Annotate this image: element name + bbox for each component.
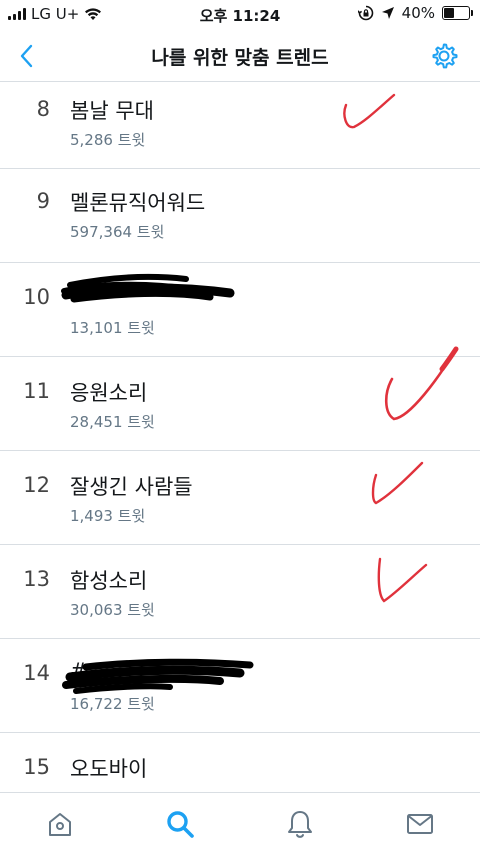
trend-rank: 12 xyxy=(23,473,50,497)
tab-notifications[interactable] xyxy=(280,807,320,841)
home-icon xyxy=(49,813,71,836)
redaction-scribble xyxy=(61,274,235,303)
trend-count: 16,722 트윗 xyxy=(70,695,155,713)
trend-name: 응원소리 xyxy=(70,381,148,405)
battery-icon xyxy=(442,6,473,20)
trend-rank: 11 xyxy=(23,379,50,403)
checkmark-annotation xyxy=(371,461,424,505)
trend-item[interactable]: 11 응원소리 28,451 트윗 xyxy=(0,346,480,451)
battery-percent: 40% xyxy=(401,4,435,22)
trend-rank: 13 xyxy=(23,567,50,591)
checkmark-annotation xyxy=(384,346,459,421)
trend-rank: 10 xyxy=(23,285,50,309)
search-icon xyxy=(167,811,194,838)
trend-item[interactable]: 10 13,101 트윗 xyxy=(0,263,480,357)
trend-count: 30,063 트윗 xyxy=(70,601,155,619)
trend-count: 1,493 트윗 xyxy=(70,507,146,525)
checkmark-annotation xyxy=(377,557,428,603)
tab-home[interactable] xyxy=(40,807,80,841)
page-title: 나를 위한 맞춤 트렌드 xyxy=(151,47,329,69)
trend-name: 오도바이 xyxy=(70,757,148,781)
tab-messages[interactable] xyxy=(400,807,440,841)
bell-icon xyxy=(288,811,312,838)
trend-name: # xyxy=(70,659,88,683)
rotation-lock-icon xyxy=(357,5,373,21)
trend-name: 봄날 무대 xyxy=(70,99,154,123)
trend-rank: 14 xyxy=(23,661,50,685)
trend-item[interactable]: 9 멜론뮤직어워드 597,364 트윗 xyxy=(0,169,480,263)
trend-rank: 8 xyxy=(36,97,50,121)
battery-level xyxy=(444,8,454,18)
tab-bar xyxy=(0,792,480,854)
location-arrow-icon xyxy=(381,7,394,19)
status-right: 40% xyxy=(357,4,473,22)
trend-count: 13,101 트윗 xyxy=(70,319,155,337)
mail-icon xyxy=(407,814,433,834)
checkmark-annotation xyxy=(343,93,396,129)
status-bar: LG U+ 오후 11:24 40% xyxy=(0,0,480,30)
trend-count: 597,364 트윗 xyxy=(70,223,165,241)
trend-item[interactable]: 15 오도바이 xyxy=(0,733,480,792)
trend-rank: 15 xyxy=(23,755,50,779)
trend-list: 8 봄날 무대 5,286 트윗 9 멜론뮤직어워드 597,364 트윗 10… xyxy=(0,83,480,792)
trend-rank: 9 xyxy=(36,189,50,213)
trend-item[interactable]: 12 잘생긴 사람들 1,493 트윗 xyxy=(0,451,480,545)
trend-item[interactable]: 13 함성소리 30,063 트윗 xyxy=(0,545,480,639)
trend-name: 잘생긴 사람들 xyxy=(70,475,193,499)
trend-name: 멜론뮤직어워드 xyxy=(70,191,206,215)
settings-button[interactable] xyxy=(428,40,460,72)
trend-count: 28,451 트윗 xyxy=(70,413,155,431)
tab-search[interactable] xyxy=(160,807,200,841)
header: 나를 위한 맞춤 트렌드 xyxy=(0,30,480,82)
trend-name: 함성소리 xyxy=(70,569,148,593)
trend-item[interactable]: 8 봄날 무대 5,286 트윗 xyxy=(0,83,480,169)
trend-count: 5,286 트윗 xyxy=(70,131,146,149)
trend-item[interactable]: 14 # 16,722 트윗 xyxy=(0,639,480,733)
gear-icon xyxy=(432,43,458,69)
